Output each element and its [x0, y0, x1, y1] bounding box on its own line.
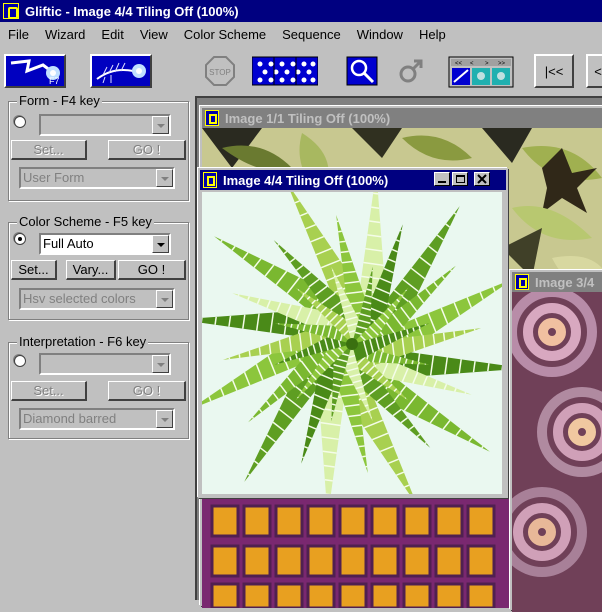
form-panel-legend: Form - F4 key — [17, 93, 102, 108]
color-scheme-radio[interactable] — [14, 233, 26, 245]
chevron-down-icon[interactable] — [156, 290, 173, 308]
form-type-value: User Form — [23, 170, 84, 185]
chevron-down-icon[interactable] — [152, 235, 169, 253]
menu-bar: File Wizard Edit View Color Scheme Seque… — [0, 22, 602, 46]
app-title: Gliftic - Image 4/4 Tiling Off (100%) — [25, 4, 239, 19]
menu-file[interactable]: File — [0, 27, 37, 42]
interpretation-set-button[interactable]: Set... — [11, 381, 87, 401]
prev-image-label: < — [594, 64, 602, 79]
form-panel: Form - F4 key Set... GO ! User Form — [8, 101, 189, 201]
feather-comet-button[interactable] — [90, 54, 152, 88]
image-window-icon[interactable] — [515, 274, 529, 290]
form-radio[interactable] — [14, 116, 26, 128]
stop-icon: STOP — [203, 54, 237, 88]
color-set-button[interactable]: Set... — [11, 260, 57, 280]
image-4-title: Image 4/4 Tiling Off (100%) — [223, 173, 388, 188]
color-type-select[interactable]: Hsv selected colors — [19, 288, 175, 310]
interpretation-type-value: Diamond barred — [23, 411, 116, 426]
color-scheme-panel-legend: Color Scheme - F5 key — [17, 214, 154, 229]
color-scheme-select[interactable]: Full Auto — [39, 233, 171, 255]
menu-window[interactable]: Window — [349, 27, 411, 42]
interpretation-select[interactable] — [39, 353, 171, 375]
color-scheme-value: Full Auto — [43, 236, 94, 251]
male-symbol-button[interactable] — [394, 54, 428, 88]
image-3-shell-artwork — [512, 292, 602, 612]
image-3-title: Image 3/4 — [535, 275, 594, 290]
image-3-window[interactable]: Image 3/4 — [510, 270, 602, 610]
image-1-title-bar[interactable]: Image 1/1 Tiling Off (100%) — [202, 108, 602, 128]
form-select[interactable] — [39, 114, 171, 136]
interpretation-panel: Interpretation - F6 key Set... GO ! Diam… — [8, 342, 189, 439]
menu-view[interactable]: View — [132, 27, 176, 42]
menu-help[interactable]: Help — [411, 27, 454, 42]
color-vary-button[interactable]: Vary... — [66, 260, 116, 280]
sequence-frames-button[interactable]: <<<>>> — [448, 54, 514, 88]
chevron-down-icon[interactable] — [152, 116, 169, 134]
tiling-pattern-icon — [252, 54, 318, 88]
menu-wizard[interactable]: Wizard — [37, 27, 93, 42]
color-scheme-panel: Color Scheme - F5 key Full Auto Set... V… — [8, 222, 189, 320]
menu-color-scheme[interactable]: Color Scheme — [176, 27, 274, 42]
maximize-icon — [456, 175, 465, 183]
feather-comet-icon — [93, 57, 149, 85]
image-4-star-artwork — [202, 192, 502, 494]
interpretation-panel-legend: Interpretation - F6 key — [17, 334, 148, 349]
color-type-value: Hsv selected colors — [23, 291, 136, 306]
svg-text:>>: >> — [498, 61, 506, 67]
image-1-title: Image 1/1 Tiling Off (100%) — [225, 111, 390, 126]
svg-text:<<: << — [455, 61, 463, 67]
app-title-bar[interactable]: Gliftic - Image 4/4 Tiling Off (100%) — [0, 0, 602, 22]
image-4-window[interactable]: Image 4/4 Tiling Off (100%) — [198, 168, 508, 498]
comet-icon: F7 — [7, 57, 63, 85]
gliftic-app-icon[interactable] — [3, 3, 19, 19]
interpretation-type-select[interactable]: Diamond barred — [19, 408, 175, 430]
stop-button[interactable]: STOP — [200, 54, 240, 88]
minimize-button[interactable] — [434, 172, 450, 186]
interpretation-radio[interactable] — [14, 355, 26, 367]
image-3-title-bar[interactable]: Image 3/4 — [512, 272, 602, 292]
magnifier-icon — [346, 54, 380, 88]
maximize-button[interactable] — [452, 172, 468, 186]
tiling-pattern-button[interactable] — [252, 54, 318, 88]
color-go-button[interactable]: GO ! — [118, 260, 186, 280]
image-4-title-bar[interactable]: Image 4/4 Tiling Off (100%) — [200, 170, 506, 190]
male-symbol-icon — [394, 54, 428, 88]
svg-text:STOP: STOP — [209, 68, 231, 77]
svg-text:>: > — [485, 61, 489, 67]
chevron-down-icon[interactable] — [152, 355, 169, 373]
first-image-label: |<< — [545, 64, 564, 79]
zoom-out-button[interactable] — [346, 54, 380, 88]
close-icon — [475, 173, 489, 185]
menu-edit[interactable]: Edit — [93, 27, 131, 42]
chevron-down-icon[interactable] — [156, 169, 173, 187]
prev-image-button[interactable]: < — [586, 54, 602, 88]
image-window-icon[interactable] — [205, 110, 219, 126]
svg-text:<: < — [470, 61, 474, 67]
interpretation-go-button[interactable]: GO ! — [108, 381, 186, 401]
toolbar: F7 STOP — [0, 48, 602, 92]
sequence-frames-icon: <<<>>> — [448, 54, 514, 88]
form-type-select[interactable]: User Form — [19, 167, 175, 189]
comet-form-button[interactable]: F7 — [4, 54, 66, 88]
first-image-button[interactable]: |<< — [534, 54, 574, 88]
form-go-button[interactable]: GO ! — [108, 140, 186, 160]
close-button[interactable] — [474, 172, 490, 186]
svg-text:F7: F7 — [49, 76, 60, 85]
minimize-icon — [438, 181, 446, 183]
image-window-icon[interactable] — [203, 172, 217, 188]
menu-sequence[interactable]: Sequence — [274, 27, 349, 42]
form-set-button[interactable]: Set... — [11, 140, 87, 160]
chevron-down-icon[interactable] — [156, 410, 173, 428]
